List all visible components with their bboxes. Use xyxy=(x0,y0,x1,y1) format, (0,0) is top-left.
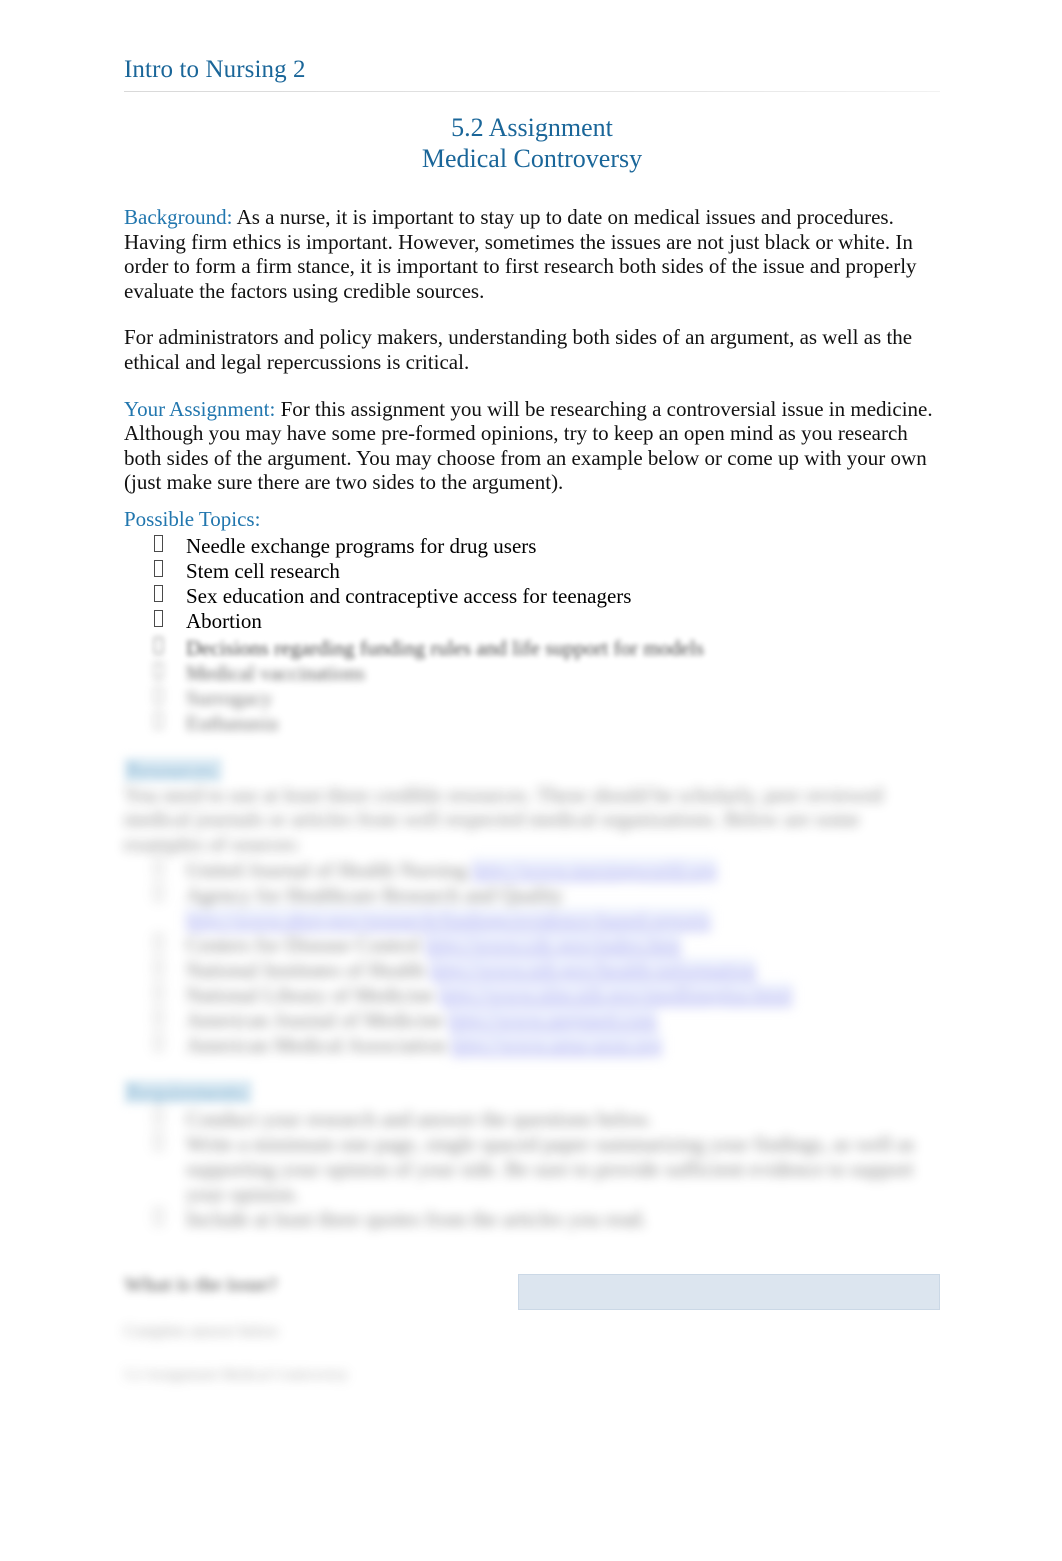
wingding-bullet-icon xyxy=(154,711,163,729)
list-item: American Journal of Medicine http://www.… xyxy=(124,1008,940,1033)
background-paragraph-2: For administrators and policy makers, un… xyxy=(124,325,913,374)
resource-link[interactable]: http://www.amjmed.com xyxy=(448,1008,658,1033)
wingding-bullet-icon xyxy=(154,884,163,902)
list-item-label: Euthanasia xyxy=(186,710,279,735)
wingding-bullet-icon xyxy=(154,934,163,952)
answer-row: What is the issue? Complete answer below xyxy=(124,1274,940,1341)
list-item: Decisions regarding funding rules and li… xyxy=(124,636,940,661)
wingding-bullet-icon xyxy=(154,1208,163,1226)
wingding-bullet-icon xyxy=(154,984,163,1002)
page-title: 5.2 Assignment Medical Controversy xyxy=(124,112,940,175)
wingding-bullet-icon xyxy=(154,559,163,577)
header-divider xyxy=(124,90,940,92)
answer-input-box[interactable] xyxy=(518,1274,940,1311)
possible-topics-list: Needle exchange programs for drug users … xyxy=(124,534,940,634)
list-item-label: Needle exchange programs for drug users xyxy=(186,533,537,558)
resources-label-wrap: Resources: xyxy=(124,757,940,783)
wingding-bullet-icon xyxy=(154,1009,163,1027)
possible-topics-label: Possible Topics: xyxy=(124,506,261,531)
possible-topics-list-blurred: Decisions regarding funding rules and li… xyxy=(124,636,940,736)
resources-intro: You need to use at least three credible … xyxy=(124,782,883,856)
title-line-assignment: 5.2 Assignment xyxy=(451,112,613,142)
list-item: Surrogacy xyxy=(124,686,940,711)
wingding-bullet-icon xyxy=(154,609,163,627)
list-item: Conduct your research and answer the que… xyxy=(124,1107,940,1132)
course-header: Intro to Nursing 2 xyxy=(124,56,306,83)
list-item-label: Stem cell research xyxy=(186,558,340,583)
list-item: United Journal of Health Nursing http://… xyxy=(124,858,940,883)
title-line-subject: Medical Controversy xyxy=(421,144,643,174)
list-item: Write a minimum one page, single spaced … xyxy=(124,1132,940,1207)
resources-list: United Journal of Health Nursing http://… xyxy=(124,858,940,1058)
wingding-bullet-icon xyxy=(154,534,163,552)
resource-link[interactable]: http://www.ama-assn.org xyxy=(451,1033,662,1058)
answer-caption: Complete answer below xyxy=(124,1323,279,1341)
resource-link[interactable]: http://www.nursingworld.org xyxy=(472,858,717,883)
wingding-bullet-icon xyxy=(154,661,163,679)
list-item: Centers for Disease Control http://www.c… xyxy=(124,933,940,958)
resource-name: American Journal of Medicine xyxy=(186,1008,444,1033)
list-item-label: Sex education and contraceptive access f… xyxy=(186,583,632,608)
list-item-label: Include at least three quotes from the a… xyxy=(186,1207,647,1232)
resource-name: National Institutes of Health xyxy=(186,958,425,983)
list-item: Medical vaccinations xyxy=(124,661,940,686)
list-item: American Medical Association http://www.… xyxy=(124,1033,940,1058)
resource-name: Centers for Disease Control xyxy=(186,933,420,958)
list-item-label: Medical vaccinations xyxy=(186,660,366,685)
document-content: Intro to Nursing 2 5.2 Assignment Medica… xyxy=(124,56,940,1384)
background-text: As a nurse, it is important to stay up t… xyxy=(124,205,917,303)
list-item: National Library of Medicine http://www.… xyxy=(124,983,940,1008)
resource-name: Agency for Healthcare Research and Quali… xyxy=(186,883,564,908)
wingding-bullet-icon xyxy=(154,636,163,654)
resource-link[interactable]: http://www.nlm.nih.gov/medlineplus.html xyxy=(439,983,793,1008)
wingding-bullet-icon xyxy=(154,1034,163,1052)
resource-link[interactable]: http://www.nih.gov/health-information xyxy=(429,958,757,983)
document-page: Intro to Nursing 2 5.2 Assignment Medica… xyxy=(0,0,1062,1561)
list-item: Euthanasia xyxy=(124,711,940,736)
list-item-label: Write a minimum one page, single spaced … xyxy=(186,1132,915,1207)
list-item: Needle exchange programs for drug users xyxy=(124,534,940,559)
list-item-label: Conduct your research and answer the que… xyxy=(186,1107,653,1132)
requirements-label-wrap: Requirements: xyxy=(124,1080,940,1105)
list-item: Stem cell research xyxy=(124,559,940,584)
wingding-bullet-icon xyxy=(154,959,163,977)
resources-label: Resources: xyxy=(124,757,223,782)
list-item: Include at least three quotes from the a… xyxy=(124,1207,940,1232)
list-item: Agency for Healthcare Research and Quali… xyxy=(124,883,940,933)
page-footer: 5.2 Assignment Medical Controversy xyxy=(124,1367,349,1384)
background-label: Background: xyxy=(124,205,233,230)
resource-link[interactable]: http://www.cdc.gov/index.htm xyxy=(425,933,681,958)
list-item: Abortion xyxy=(124,609,940,634)
assignment-label: Your Assignment: xyxy=(124,396,276,421)
answer-prompt-cell: What is the issue? Complete answer below xyxy=(124,1274,518,1341)
resource-name: American Medical Association xyxy=(186,1033,447,1058)
list-item-label: Decisions regarding funding rules and li… xyxy=(186,635,704,660)
resource-name: United Journal of Health Nursing xyxy=(186,858,468,883)
assignment-paragraph: Your Assignment: For this assignment you… xyxy=(124,397,940,495)
list-item: Sex education and contraceptive access f… xyxy=(124,584,940,609)
list-item-label: Surrogacy xyxy=(186,685,273,710)
list-item-label: Abortion xyxy=(186,608,262,633)
resource-link[interactable]: http://www.ahrq.gov/research/findings/ev… xyxy=(186,908,711,933)
resource-name: National Library of Medicine xyxy=(186,983,434,1008)
requirements-label: Requirements: xyxy=(124,1080,253,1105)
wingding-bullet-icon xyxy=(154,1133,163,1151)
wingding-bullet-icon xyxy=(154,686,163,704)
answer-prompt: What is the issue? xyxy=(124,1274,278,1297)
wingding-bullet-icon xyxy=(154,859,163,877)
wingding-bullet-icon xyxy=(154,1108,163,1126)
wingding-bullet-icon xyxy=(154,584,163,602)
background-paragraph: Background: As a nurse, it is important … xyxy=(124,205,940,303)
requirements-list: Conduct your research and answer the que… xyxy=(124,1107,940,1232)
list-item: National Institutes of Health http://www… xyxy=(124,958,940,983)
